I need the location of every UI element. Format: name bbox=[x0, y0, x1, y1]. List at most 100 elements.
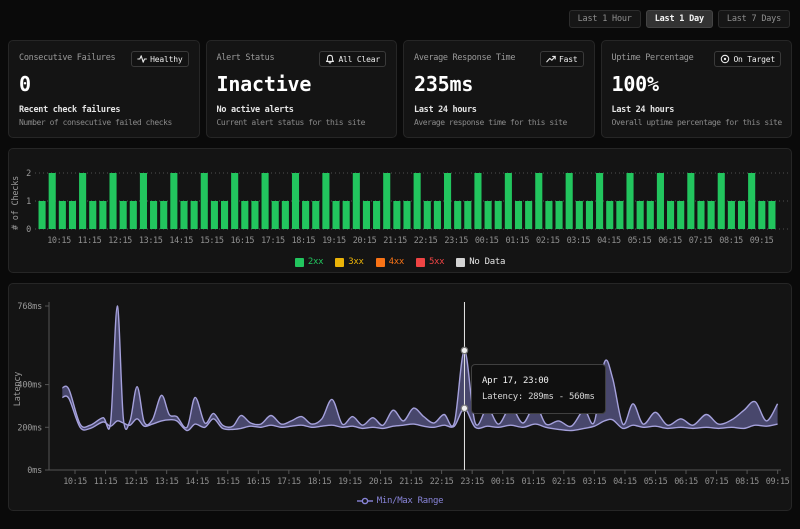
bar-2xx[interactable] bbox=[748, 173, 755, 229]
bar-2xx[interactable] bbox=[332, 201, 339, 229]
bar-2xx[interactable] bbox=[718, 173, 725, 229]
bar-2xx[interactable] bbox=[211, 201, 218, 229]
bar-2xx[interactable] bbox=[160, 201, 167, 229]
bar-2xx[interactable] bbox=[485, 201, 492, 229]
bar-2xx[interactable] bbox=[140, 173, 147, 229]
bar-2xx[interactable] bbox=[393, 201, 400, 229]
bar-2xx[interactable] bbox=[414, 173, 421, 229]
bar-2xx[interactable] bbox=[464, 201, 471, 229]
bar-2xx[interactable] bbox=[495, 201, 502, 229]
bar-2xx[interactable] bbox=[272, 201, 279, 229]
bar-2xx[interactable] bbox=[89, 201, 96, 229]
x-tick-label: 07:15 bbox=[705, 477, 729, 487]
checks-y-axis-label: # of Checks bbox=[11, 176, 21, 230]
x-tick-label: 16:15 bbox=[247, 477, 271, 487]
bar-2xx[interactable] bbox=[221, 201, 228, 229]
legend-swatch-icon bbox=[335, 258, 344, 267]
bar-2xx[interactable] bbox=[312, 201, 319, 229]
legend-swatch-icon bbox=[416, 258, 425, 267]
checks-chart-panel: # of Checks01210:1511:1512:1513:1514:151… bbox=[8, 148, 792, 273]
bar-2xx[interactable] bbox=[576, 201, 583, 229]
time-range-button-last-1-hour[interactable]: Last 1 Hour bbox=[569, 10, 641, 28]
x-tick-label: 20:15 bbox=[369, 477, 393, 487]
max-latency-line bbox=[62, 306, 777, 429]
bar-2xx[interactable] bbox=[525, 201, 532, 229]
x-tick-label: 17:15 bbox=[277, 477, 301, 487]
bar-2xx[interactable] bbox=[130, 201, 137, 229]
bar-2xx[interactable] bbox=[251, 201, 258, 229]
bar-2xx[interactable] bbox=[586, 201, 593, 229]
bar-2xx[interactable] bbox=[515, 201, 522, 229]
time-range-button-last-1-day[interactable]: Last 1 Day bbox=[646, 10, 713, 28]
bar-2xx[interactable] bbox=[768, 201, 775, 229]
bar-2xx[interactable] bbox=[363, 201, 370, 229]
bar-2xx[interactable] bbox=[545, 201, 552, 229]
bar-2xx[interactable] bbox=[738, 201, 745, 229]
bar-2xx[interactable] bbox=[616, 201, 623, 229]
bar-2xx[interactable] bbox=[697, 201, 704, 229]
x-tick-label: 14:15 bbox=[169, 236, 193, 246]
bar-2xx[interactable] bbox=[758, 201, 765, 229]
bar-2xx[interactable] bbox=[322, 173, 329, 229]
bar-2xx[interactable] bbox=[657, 173, 664, 229]
bar-2xx[interactable] bbox=[647, 201, 654, 229]
bar-2xx[interactable] bbox=[708, 201, 715, 229]
bar-2xx[interactable] bbox=[282, 201, 289, 229]
bar-2xx[interactable] bbox=[535, 173, 542, 229]
bar-2xx[interactable] bbox=[292, 173, 299, 229]
bar-2xx[interactable] bbox=[241, 201, 248, 229]
bar-2xx[interactable] bbox=[383, 173, 390, 229]
bar-2xx[interactable] bbox=[434, 201, 441, 229]
bar-2xx[interactable] bbox=[424, 201, 431, 229]
bar-2xx[interactable] bbox=[120, 201, 127, 229]
bar-2xx[interactable] bbox=[170, 173, 177, 229]
stat-card-alert-status: Alert StatusAll ClearInactiveNo active a… bbox=[206, 40, 398, 138]
y-tick-label: 1 bbox=[26, 197, 31, 207]
y-tick-label: 0 bbox=[26, 225, 31, 235]
x-tick-label: 15:15 bbox=[200, 236, 224, 246]
bar-2xx[interactable] bbox=[677, 201, 684, 229]
legend-item-3xx: 3xx bbox=[335, 257, 363, 267]
bar-2xx[interactable] bbox=[596, 173, 603, 229]
bar-2xx[interactable] bbox=[69, 201, 76, 229]
bar-2xx[interactable] bbox=[201, 173, 208, 229]
bar-2xx[interactable] bbox=[667, 201, 674, 229]
checks-bar-chart[interactable]: # of Checks01210:1511:1512:1513:1514:151… bbox=[9, 157, 791, 253]
bar-2xx[interactable] bbox=[39, 201, 46, 229]
bar-2xx[interactable] bbox=[566, 173, 573, 229]
x-tick-label: 11:15 bbox=[94, 477, 118, 487]
bar-2xx[interactable] bbox=[353, 173, 360, 229]
bar-2xx[interactable] bbox=[505, 173, 512, 229]
bar-2xx[interactable] bbox=[79, 173, 86, 229]
x-tick-label: 19:15 bbox=[322, 236, 346, 246]
bar-2xx[interactable] bbox=[59, 201, 66, 229]
bar-2xx[interactable] bbox=[99, 201, 106, 229]
bar-2xx[interactable] bbox=[262, 173, 269, 229]
bar-2xx[interactable] bbox=[606, 201, 613, 229]
x-tick-label: 06:15 bbox=[658, 236, 682, 246]
bar-2xx[interactable] bbox=[180, 201, 187, 229]
bar-2xx[interactable] bbox=[302, 201, 309, 229]
bar-2xx[interactable] bbox=[637, 201, 644, 229]
legend-label: 3xx bbox=[348, 257, 363, 267]
time-range-button-last-7-days[interactable]: Last 7 Days bbox=[718, 10, 790, 28]
bar-2xx[interactable] bbox=[49, 173, 56, 229]
bar-2xx[interactable] bbox=[556, 201, 563, 229]
card-title: Uptime Percentage bbox=[612, 51, 694, 63]
bar-2xx[interactable] bbox=[191, 201, 198, 229]
latency-area-chart[interactable]: Latency0ms200ms400ms768ms10:1511:1512:15… bbox=[9, 292, 791, 492]
bar-2xx[interactable] bbox=[687, 173, 694, 229]
bar-2xx[interactable] bbox=[454, 201, 461, 229]
bar-2xx[interactable] bbox=[150, 201, 157, 229]
bar-2xx[interactable] bbox=[403, 201, 410, 229]
bar-2xx[interactable] bbox=[373, 201, 380, 229]
bar-2xx[interactable] bbox=[231, 173, 238, 229]
card-value: Inactive bbox=[217, 72, 387, 96]
bar-2xx[interactable] bbox=[626, 173, 633, 229]
bar-2xx[interactable] bbox=[728, 201, 735, 229]
bar-2xx[interactable] bbox=[109, 173, 116, 229]
bar-2xx[interactable] bbox=[343, 201, 350, 229]
x-tick-label: 14:15 bbox=[185, 477, 209, 487]
bar-2xx[interactable] bbox=[474, 173, 481, 229]
bar-2xx[interactable] bbox=[444, 173, 451, 229]
